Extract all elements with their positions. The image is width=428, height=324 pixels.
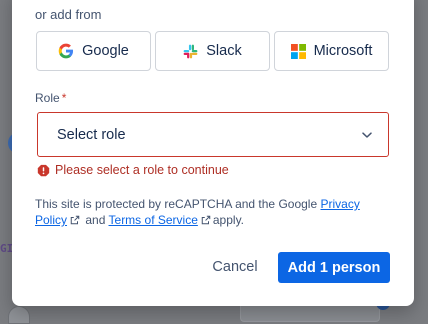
- role-select[interactable]: Select role: [37, 112, 389, 157]
- required-marker: *: [61, 91, 67, 105]
- or-add-from-label: or add from: [35, 7, 102, 22]
- slack-button[interactable]: Slack: [155, 31, 270, 71]
- cancel-button[interactable]: Cancel: [205, 252, 265, 282]
- role-error-text: Please select a role to continue: [55, 163, 229, 177]
- microsoft-icon: [290, 43, 306, 59]
- add-person-dialog: or add from Google Slack Microsoft Role …: [12, 0, 414, 306]
- slack-button-label: Slack: [206, 43, 242, 59]
- google-button-label: Google: [82, 43, 129, 59]
- google-icon: [58, 43, 74, 59]
- microsoft-button[interactable]: Microsoft: [274, 31, 389, 71]
- role-field-label: Role *: [35, 91, 66, 105]
- add-person-button[interactable]: Add 1 person: [278, 252, 390, 283]
- chevron-down-icon: [362, 132, 372, 138]
- recaptcha-suffix: apply.: [212, 213, 245, 227]
- recaptcha-notice: This site is protected by reCAPTCHA and …: [35, 196, 395, 228]
- background-label: GI: [0, 242, 12, 255]
- microsoft-button-label: Microsoft: [313, 43, 373, 59]
- background-user-icon: [8, 306, 30, 324]
- terms-of-service-link[interactable]: Terms of Service: [109, 213, 198, 227]
- role-error-message: Please select a role to continue: [37, 163, 229, 177]
- slack-icon: [183, 44, 198, 58]
- error-icon: [37, 164, 50, 176]
- google-button[interactable]: Google: [36, 31, 151, 71]
- recaptcha-and: and: [85, 213, 106, 227]
- external-link-icon: [201, 215, 211, 225]
- role-select-value: Select role: [57, 126, 126, 143]
- recaptcha-prefix: This site is protected by reCAPTCHA and …: [35, 197, 318, 211]
- external-link-icon: [70, 215, 80, 225]
- role-label-text: Role: [35, 91, 60, 105]
